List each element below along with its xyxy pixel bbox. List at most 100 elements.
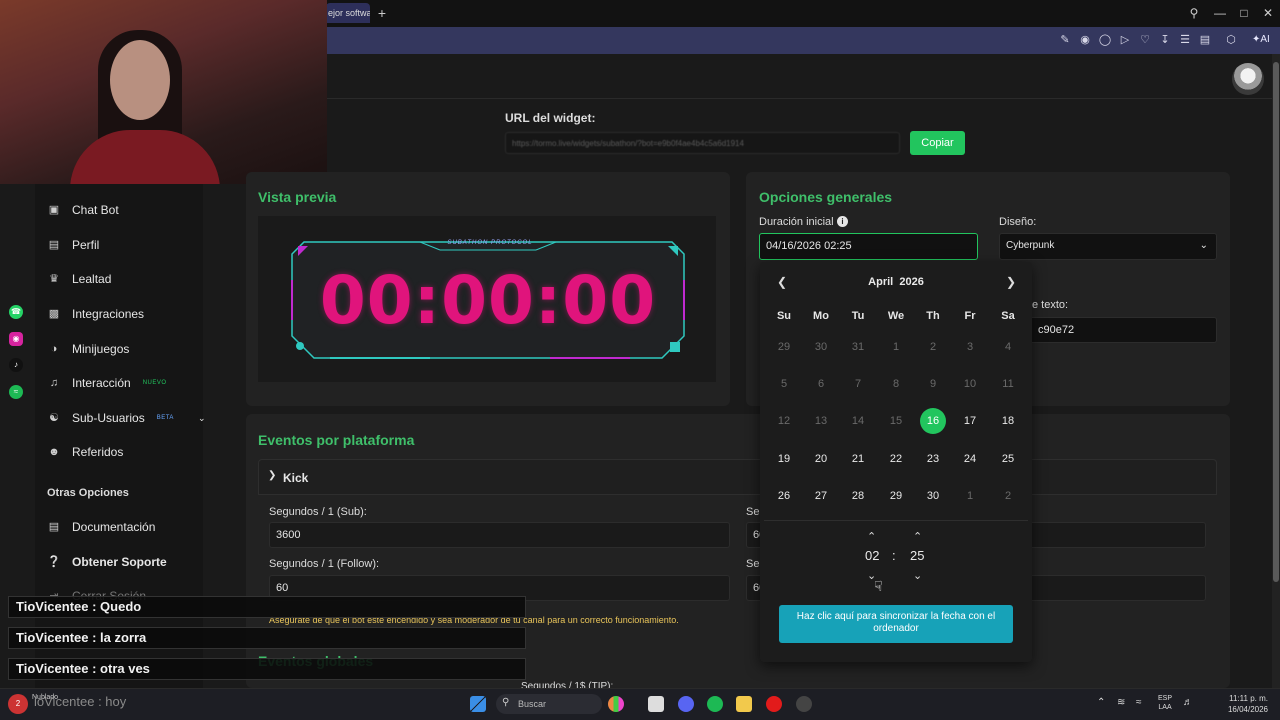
play-icon[interactable]: ▷ (1118, 33, 1132, 47)
weather-icon[interactable]: 2 (8, 694, 28, 714)
date-cell[interactable]: 29 (771, 334, 797, 360)
hour-up-icon[interactable]: ⌃ (867, 530, 876, 543)
date-cell[interactable]: 12 (771, 408, 797, 434)
new-tab-button[interactable]: + (374, 5, 390, 21)
spotify-taskbar-icon[interactable] (707, 696, 723, 712)
whatsapp-icon[interactable]: ☎ (9, 305, 23, 319)
date-cell[interactable]: 7 (845, 371, 871, 397)
wallet-icon[interactable]: ▤ (1198, 33, 1212, 47)
browser-tab[interactable]: ejor softwa (326, 3, 370, 23)
tray-chevron-icon[interactable]: ⌃ (1097, 697, 1105, 708)
date-cell[interactable]: 17 (957, 408, 983, 434)
shield-icon[interactable]: ◯ (1098, 33, 1112, 47)
date-cell[interactable]: 28 (845, 483, 871, 509)
chevron-down-icon[interactable]: ❯ (268, 470, 276, 481)
copy-button[interactable]: Copiar (910, 131, 965, 155)
camera-icon[interactable]: ◉ (1078, 33, 1092, 47)
minute-up-icon[interactable]: ⌃ (913, 530, 922, 543)
date-cell[interactable]: 1 (957, 483, 983, 509)
sidebar-item-interaccion[interactable]: ♫ Interacción NUEVO (47, 373, 167, 393)
date-cell[interactable]: 8 (883, 371, 909, 397)
clock[interactable]: 11:11 p. m. 16/04/2026 (1196, 693, 1268, 715)
info-icon[interactable]: i (837, 216, 848, 227)
date-cell[interactable]: 9 (920, 371, 946, 397)
date-cell[interactable]: 13 (808, 408, 834, 434)
sidebar-item-perfil[interactable]: ▤ Perfil (47, 235, 100, 255)
language-indicator[interactable]: ESP LAA (1158, 694, 1172, 712)
design-select[interactable]: Cyberpunk ⌄ (999, 233, 1217, 260)
date-cell[interactable]: 14 (845, 408, 871, 434)
date-cell[interactable]: 26 (771, 483, 797, 509)
discord-icon[interactable] (678, 696, 694, 712)
task-view-icon[interactable] (648, 696, 664, 712)
date-cell[interactable]: 30 (920, 483, 946, 509)
extension-icon[interactable]: ⬡ (1224, 33, 1238, 47)
date-cell[interactable]: 6 (808, 371, 834, 397)
windows-start-icon[interactable] (470, 696, 486, 712)
date-cell[interactable]: 19 (771, 446, 797, 472)
widget-url-input[interactable]: https://tormo.live/widgets/subathon/?bot… (505, 132, 900, 154)
sub-seconds-input[interactable]: 3600 (269, 522, 730, 548)
hour-value[interactable]: 02 (865, 548, 879, 563)
kick-accordion-header[interactable] (258, 459, 1217, 495)
duration-input[interactable]: 04/16/2026 02:25 (759, 233, 978, 260)
wifi-icon[interactable]: ≈ (1136, 697, 1142, 708)
file-explorer-icon[interactable] (736, 696, 752, 712)
date-cell[interactable]: 25 (995, 446, 1021, 472)
download-icon[interactable]: ↧ (1158, 33, 1172, 47)
scrollbar-thumb[interactable] (1273, 62, 1279, 582)
speaker-icon[interactable]: ♬ (1183, 697, 1193, 708)
chevron-down-icon[interactable]: ⌄ (198, 408, 206, 428)
instagram-icon[interactable]: ◉ (9, 332, 23, 346)
date-cell[interactable]: 2 (995, 483, 1021, 509)
date-cell[interactable]: 3 (957, 334, 983, 360)
tulip-widget-icon[interactable] (608, 696, 624, 712)
date-cell[interactable]: 4 (995, 334, 1021, 360)
spotify-icon[interactable]: ≈ (9, 385, 23, 399)
date-cell[interactable]: 2 (920, 334, 946, 360)
date-cell[interactable]: 11 (995, 371, 1021, 397)
date-cell[interactable]: 5 (771, 371, 797, 397)
menu-icon[interactable]: ☰ (1178, 33, 1192, 47)
sidebar-item-soporte[interactable]: ❔ Obtener Soporte (47, 552, 167, 572)
date-cell[interactable]: 31 (845, 334, 871, 360)
sidebar-item-minijuegos[interactable]: ◑ Minijuegos (47, 339, 130, 359)
date-cell[interactable]: 1 (883, 334, 909, 360)
close-icon[interactable]: ✕ (1258, 4, 1278, 22)
avatar[interactable] (1232, 63, 1264, 95)
opera-icon[interactable] (766, 696, 782, 712)
network-icon[interactable]: ≋ (1117, 697, 1125, 708)
edit-icon[interactable]: ✎ (1058, 33, 1072, 47)
sidebar-item-chat-bot[interactable]: ▣ Chat Bot (47, 200, 119, 220)
tiktok-icon[interactable]: ♪ (9, 358, 23, 372)
year-label[interactable]: 2026 (899, 276, 923, 288)
date-cell[interactable]: 18 (995, 408, 1021, 434)
text-color-input[interactable]: c90e72 (1032, 317, 1217, 343)
sync-date-button[interactable]: Haz clic aquí para sincronizar la fecha … (779, 605, 1013, 643)
date-cell[interactable]: 22 (883, 446, 909, 472)
date-cell[interactable]: 29 (883, 483, 909, 509)
sidebar-item-referidos[interactable]: ☻ Referidos (47, 442, 123, 462)
sidebar-item-lealtad[interactable]: ♛ Lealtad (47, 269, 111, 289)
sidebar-item-sub-usuarios[interactable]: ☯ Sub-Usuarios BETA ⌄ (47, 408, 205, 428)
date-cell[interactable]: 21 (845, 446, 871, 472)
date-cell[interactable]: 24 (957, 446, 983, 472)
date-cell[interactable]: 16 (920, 408, 946, 434)
date-cell[interactable]: 23 (920, 446, 946, 472)
month-label[interactable]: April (868, 276, 893, 288)
heart-icon[interactable]: ♡ (1138, 33, 1152, 47)
taskbar-search[interactable]: Buscar (496, 694, 602, 714)
sidebar-item-documentacion[interactable]: ▤ Documentación (47, 517, 156, 537)
date-cell[interactable]: 10 (957, 371, 983, 397)
date-cell[interactable]: 15 (883, 408, 909, 434)
minute-down-icon[interactable]: ⌄ (913, 569, 922, 582)
minute-value[interactable]: 25 (910, 548, 924, 563)
maximize-icon[interactable]: □ (1234, 4, 1254, 22)
search-tabs-icon[interactable]: ⚲ (1184, 4, 1204, 22)
minimize-icon[interactable]: — (1210, 4, 1230, 22)
sidebar-item-integraciones[interactable]: ▩ Integraciones (47, 304, 144, 324)
ai-button[interactable]: ✦AI (1252, 32, 1278, 48)
date-cell[interactable]: 27 (808, 483, 834, 509)
obs-icon[interactable] (796, 696, 812, 712)
date-cell[interactable]: 20 (808, 446, 834, 472)
